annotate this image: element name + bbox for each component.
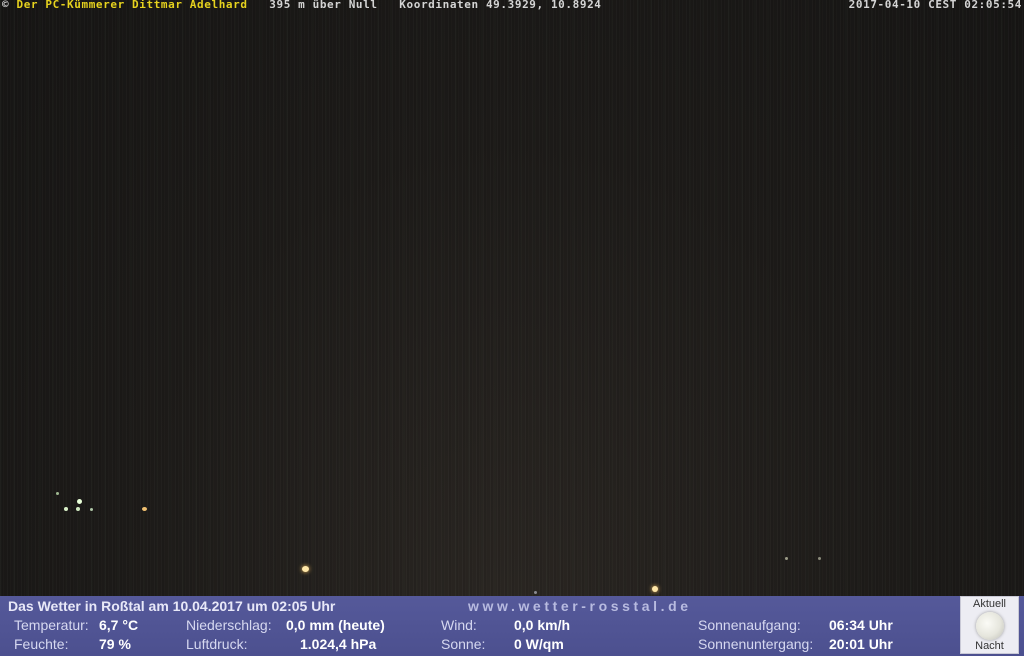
wind-value: 0,0 km/h xyxy=(514,617,571,633)
weather-bar: Das Wetter in Roßtal am 10.04.2017 um 02… xyxy=(0,596,1024,656)
street-light xyxy=(77,499,82,504)
website-link[interactable]: www.wetter-rosstal.de xyxy=(468,598,692,614)
moon-current-label: Aktuell xyxy=(972,598,1007,610)
precipitation-label: Niederschlag: xyxy=(186,617,272,633)
sunrise-label: Sonnenaufgang: xyxy=(698,617,801,633)
copyright-symbol: © xyxy=(2,0,10,11)
street-light xyxy=(534,591,537,594)
wind-label: Wind: xyxy=(441,617,477,633)
header-overlay-left: © Der PC-Kümmerer Dittmar Adelhard 395 m… xyxy=(2,0,602,11)
precipitation-value: 0,0 mm (heute) xyxy=(286,617,385,633)
moon-icon xyxy=(975,612,1004,640)
sunset-label: Sonnenuntergang: xyxy=(698,636,814,652)
timestamp-text: 2017-04-10 CEST 02:05:54 xyxy=(848,0,1022,11)
street-light xyxy=(652,586,658,592)
moon-phase-box: Aktuell Nacht xyxy=(960,596,1019,654)
coordinates-text: Koordinaten 49.3929, 10.8924 xyxy=(399,0,602,11)
street-light xyxy=(142,507,147,511)
altitude-text: 395 m über Null xyxy=(269,0,378,11)
pressure-value: 1.024,4 hPa xyxy=(300,636,377,652)
pressure-label: Luftdruck: xyxy=(186,636,248,652)
temperature-label: Temperatur: xyxy=(14,617,89,633)
sunset-value: 20:01 Uhr xyxy=(829,636,893,652)
street-light xyxy=(56,492,59,495)
humidity-value: 79 % xyxy=(99,636,131,652)
owner-name: Der PC-Kümmerer Dittmar Adelhard xyxy=(16,0,248,11)
weather-title: Das Wetter in Roßtal am 10.04.2017 um 02… xyxy=(8,598,336,614)
street-light xyxy=(302,566,309,572)
moon-night-label: Nacht xyxy=(975,640,1004,652)
street-light xyxy=(64,507,68,511)
webcam-image: © Der PC-Kümmerer Dittmar Adelhard 395 m… xyxy=(0,0,1024,656)
street-light xyxy=(785,557,788,560)
street-light xyxy=(90,508,93,511)
sun-label: Sonne: xyxy=(441,636,486,652)
sunrise-value: 06:34 Uhr xyxy=(829,617,893,633)
temperature-value: 6,7 °C xyxy=(99,617,139,633)
street-light xyxy=(76,507,80,511)
humidity-label: Feuchte: xyxy=(14,636,69,652)
sun-value: 0 W/qm xyxy=(514,636,564,652)
street-light xyxy=(818,557,821,560)
